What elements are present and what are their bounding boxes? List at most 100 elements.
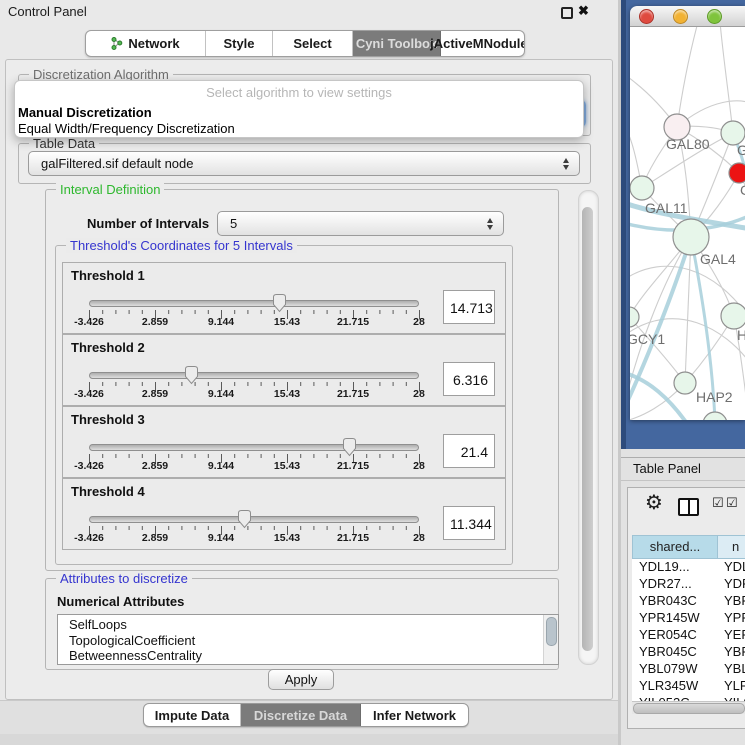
threshold-label: Threshold 2 <box>71 340 145 355</box>
threshold-panel: Threshold 3 -3.4262.8599.14415.4321.7152… <box>62 406 506 478</box>
table-rows[interactable]: YDL19...YDL1YDR27...YDR2YBR043CYBR0YPR14… <box>632 559 745 701</box>
cell-name: YPR1 <box>718 610 745 627</box>
tab-label: jActiveMNodules <box>430 36 525 51</box>
network-node[interactable] <box>630 176 654 200</box>
table-row[interactable]: YBL079WYBL0 <box>632 661 745 678</box>
column-header-shared-name[interactable]: shared... <box>632 535 718 559</box>
tab-label: Select <box>293 36 331 51</box>
tick-label: 15.43 <box>265 460 309 472</box>
list-scrollbar-thumb[interactable] <box>546 617 557 646</box>
threshold-slider[interactable] <box>89 444 419 451</box>
tab-jactivemnodules[interactable]: jActiveMNodules <box>441 31 524 56</box>
cell-shared-name: YBR045C <box>632 644 718 661</box>
threshold-panel: Threshold 1 -3.4262.8599.14415.4321.7152… <box>62 262 506 334</box>
network-window-titlebar[interactable] <box>630 6 745 27</box>
tick-label: 28 <box>397 460 441 472</box>
threshold-panel: Threshold 2 -3.4262.8599.14415.4321.7152… <box>62 334 506 406</box>
cell-shared-name: YPR145W <box>632 610 718 627</box>
select-all-checkbox-icon[interactable]: ☑ <box>712 496 724 511</box>
attribute-list-item[interactable]: SelfLoops <box>58 615 558 633</box>
threshold-value-field[interactable]: 21.4 <box>443 434 495 468</box>
table-data-value: galFiltered.sif default node <box>41 152 193 175</box>
dropdown-option[interactable]: Manual Discretization <box>18 105 152 120</box>
tab-label: Impute Data <box>155 708 229 723</box>
tab-impute-data[interactable]: Impute Data <box>144 704 241 726</box>
table-horizontal-scrollbar[interactable] <box>632 701 745 714</box>
cell-name: YBR0 <box>718 644 745 661</box>
tick-label: 28 <box>397 532 441 544</box>
column-header-name[interactable]: n <box>718 535 745 559</box>
attribute-list-item[interactable]: TopologicalCoefficient <box>58 633 558 649</box>
gear-icon[interactable]: ⚙ <box>645 492 663 512</box>
threshold-panel: Threshold 4 -3.4262.8599.14415.4321.7152… <box>62 478 506 550</box>
tab-cyni-toolbox[interactable]: Cyni Toolbox <box>353 31 441 56</box>
tick-label: 21.715 <box>331 316 375 328</box>
float-window-icon[interactable] <box>561 7 573 19</box>
network-node[interactable] <box>703 412 727 420</box>
list-scrollbar[interactable] <box>543 615 558 664</box>
network-canvas[interactable]: GAL80GACGAL11GAL4GCY1HHAP2 <box>630 27 745 420</box>
table-data-combobox[interactable]: galFiltered.sif default node <box>28 151 580 176</box>
table-row[interactable]: YLR345WYLR3 <box>632 678 745 695</box>
table-data-group-title: Table Data <box>29 136 99 151</box>
table-panel: ⚙ ☑ ☑ shared... n YDL19...YDL1YDR27...YD… <box>627 487 745 729</box>
apply-button[interactable]: Apply <box>268 669 334 690</box>
tab-discretize-data[interactable]: Discretize Data <box>241 704 361 726</box>
network-node[interactable] <box>729 163 745 183</box>
table-row[interactable]: YBR043CYBR0 <box>632 593 745 610</box>
number-of-intervals-label: Number of Intervals <box>87 216 209 231</box>
tab-infer-network[interactable]: Infer Network <box>361 704 468 726</box>
cyni-bottom-tabs: Impute Data Discretize DataInfer Network <box>143 703 469 727</box>
threshold-label: Threshold 1 <box>71 268 145 283</box>
control-panel-title: Control Panel <box>8 4 87 19</box>
tick-label: 21.715 <box>331 388 375 400</box>
tab-style[interactable]: Style <box>206 31 273 56</box>
tick-label: 2.859 <box>133 532 177 544</box>
tick-label: 15.43 <box>265 316 309 328</box>
table-scrollbar-thumb[interactable] <box>633 703 745 714</box>
close-icon[interactable]: ✖ <box>578 3 589 19</box>
threshold-slider[interactable] <box>89 300 419 307</box>
table-row[interactable]: YPR145WYPR1 <box>632 610 745 627</box>
select-checkbox-icon[interactable]: ☑ <box>726 496 738 511</box>
cell-name: YDL1 <box>718 559 745 576</box>
tick-label: 9.144 <box>199 316 243 328</box>
threshold-slider[interactable] <box>89 372 419 379</box>
panel-scrollbar-thumb[interactable] <box>582 207 593 651</box>
node-label: GA <box>737 142 745 158</box>
table-panel-titlebar: Table Panel <box>621 457 745 481</box>
threshold-value-field[interactable]: 11.344 <box>443 506 495 540</box>
network-node[interactable] <box>674 372 696 394</box>
table-row[interactable]: YER054CYER0 <box>632 627 745 644</box>
tick-label: 9.144 <box>199 460 243 472</box>
minimize-traffic-light-icon[interactable] <box>673 9 688 24</box>
panel-vertical-scrollbar[interactable] <box>578 190 599 665</box>
close-traffic-light-icon[interactable] <box>639 9 654 24</box>
threshold-value-field[interactable]: 6.316 <box>443 362 495 396</box>
cell-name: YDR2 <box>718 576 745 593</box>
number-of-intervals-combobox[interactable]: 5 <box>217 211 504 236</box>
screen: Control Panel ✖ NetworkStyle Select Cyni T… <box>0 0 745 745</box>
threshold-value-field[interactable]: 14.713 <box>443 290 495 324</box>
table-row[interactable]: YBR045CYBR0 <box>632 644 745 661</box>
network-node[interactable] <box>721 303 745 329</box>
node-label: GAL11 <box>645 200 688 216</box>
dropdown-option[interactable]: Equal Width/Frequency Discretization <box>18 121 235 136</box>
network-node[interactable] <box>630 307 639 327</box>
tab-select[interactable]: Select <box>273 31 353 56</box>
node-label: HAP2 <box>696 389 733 405</box>
network-node[interactable] <box>673 219 709 255</box>
interval-group-title: Interval Definition <box>56 182 164 197</box>
threshold-slider[interactable] <box>89 516 419 523</box>
numerical-attributes-list[interactable]: SelfLoopsTopologicalCoefficientBetweenne… <box>57 614 559 665</box>
algorithm-dropdown-popup: Select algorithm to view settings Manual… <box>14 80 584 138</box>
cell-shared-name: YDR27... <box>632 576 718 593</box>
column-selector-icon[interactable] <box>678 498 699 516</box>
table-row[interactable]: YDL19...YDL1 <box>632 559 745 576</box>
combo-arrows-icon <box>563 158 569 170</box>
tab-label: Cyni Toolbox <box>356 36 437 51</box>
table-row[interactable]: YDR27...YDR2 <box>632 576 745 593</box>
attribute-list-item[interactable]: BetweennessCentrality <box>58 648 558 664</box>
maximize-traffic-light-icon[interactable] <box>707 9 722 24</box>
tab-network[interactable]: Network <box>86 31 206 56</box>
